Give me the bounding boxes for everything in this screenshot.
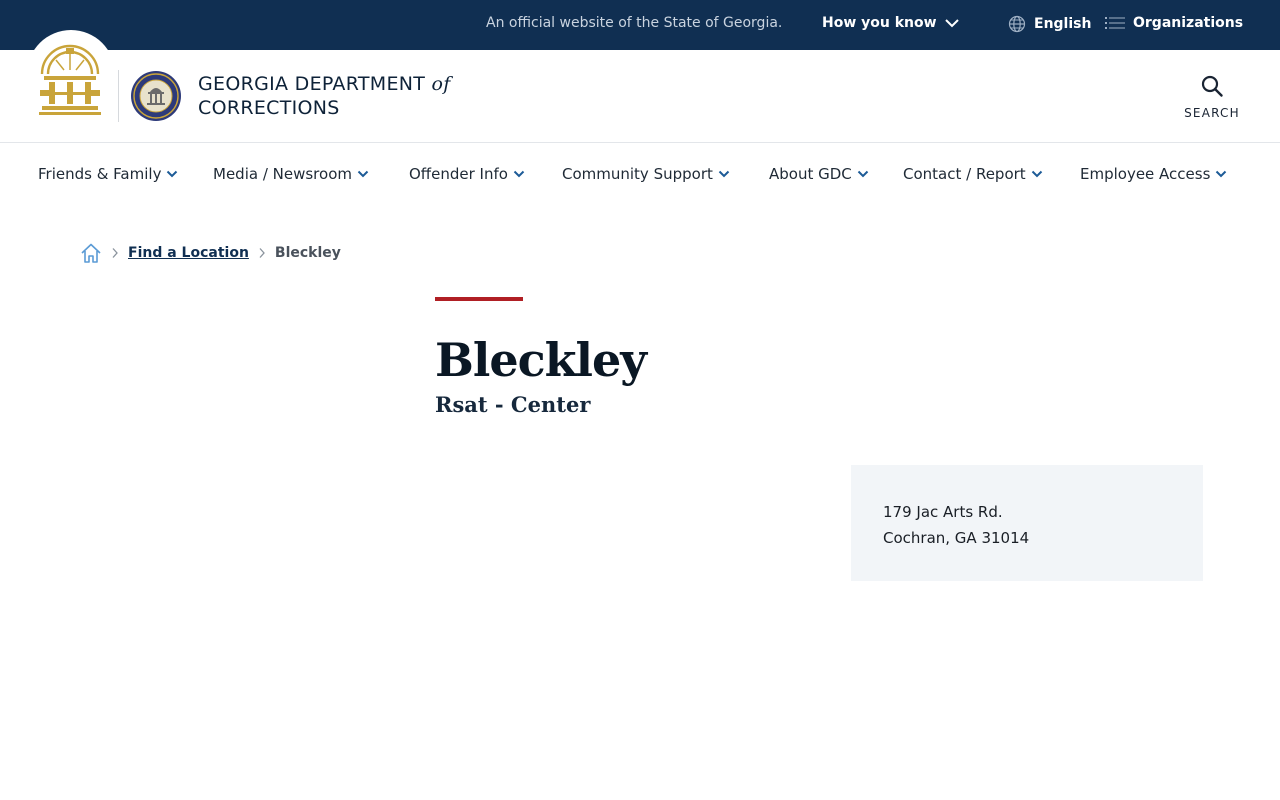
nav-item-label: About GDC (769, 165, 852, 183)
nav-item-label: Employee Access (1080, 165, 1211, 183)
home-icon[interactable] (80, 242, 102, 264)
nav-item-friends-family[interactable]: Friends & Family (38, 165, 178, 183)
breadcrumb-link-find-location[interactable]: Find a Location (128, 245, 249, 261)
address-city-state-zip: Cochran, GA 31014 (883, 529, 1030, 547)
chevron-down-icon (513, 170, 525, 178)
address-card: 179 Jac Arts Rd. Cochran, GA 31014 (851, 465, 1203, 581)
breadcrumb-current: Bleckley (274, 245, 341, 261)
title-accent-bar (435, 297, 523, 301)
nav-item-offender-info[interactable]: Offender Info (409, 165, 525, 183)
page-subtitle: Rsat - Center (435, 392, 591, 417)
page-title: Bleckley (435, 333, 647, 387)
search-label: SEARCH (1184, 106, 1240, 120)
nav-item-media-newsroom[interactable]: Media / Newsroom (213, 165, 369, 183)
agency-name-line1: GEORGIA DEPARTMENT (198, 73, 426, 95)
chevron-down-icon (357, 170, 369, 178)
list-icon (1105, 17, 1125, 29)
address-street: 179 Jac Arts Rd. (883, 503, 1003, 521)
georgia-seal-icon[interactable] (36, 40, 104, 116)
nav-item-label: Friends & Family (38, 165, 162, 183)
nav-item-community-support[interactable]: Community Support (562, 165, 730, 183)
language-label: English (1034, 16, 1092, 32)
official-banner: An official website of the State of Geor… (0, 0, 1280, 50)
chevron-down-icon (857, 170, 868, 178)
nav-item-label: Contact / Report (903, 165, 1026, 183)
organizations-label: Organizations (1133, 15, 1244, 31)
how-you-know-label: How you know (822, 15, 937, 31)
nav-item-label: Media / Newsroom (213, 165, 352, 183)
chevron-down-icon (944, 19, 959, 28)
logo-divider (118, 70, 119, 122)
organizations-link[interactable]: Organizations (1105, 15, 1243, 31)
search-button[interactable]: SEARCH (1176, 74, 1248, 120)
nav-item-label: Community Support (562, 165, 713, 183)
chevron-right-icon (111, 247, 119, 259)
nav-item-label: Offender Info (409, 165, 508, 183)
official-website-text: An official website of the State of Geor… (486, 15, 783, 31)
chevron-right-icon (258, 247, 266, 259)
agency-name-of: of (431, 73, 451, 95)
chevron-down-icon (167, 170, 178, 178)
gdc-seal-icon[interactable] (130, 70, 182, 122)
chevron-down-icon (718, 170, 730, 178)
nav-item-employee-access[interactable]: Employee Access (1080, 165, 1227, 183)
how-you-know-toggle[interactable]: How you know (822, 15, 959, 31)
nav-item-contact-report[interactable]: Contact / Report (903, 165, 1043, 183)
search-icon (1201, 75, 1223, 97)
chevron-down-icon (1216, 170, 1227, 178)
agency-name[interactable]: GEORGIA DEPARTMENT of CORRECTIONS (198, 72, 451, 120)
breadcrumb: Find a Location Bleckley (80, 242, 341, 264)
language-selector[interactable]: English (1008, 15, 1091, 33)
globe-icon (1008, 15, 1026, 33)
nav-item-about-gdc[interactable]: About GDC (769, 165, 869, 183)
chevron-down-icon (1031, 170, 1042, 178)
agency-name-line2: CORRECTIONS (198, 97, 340, 119)
site-header (0, 50, 1280, 143)
